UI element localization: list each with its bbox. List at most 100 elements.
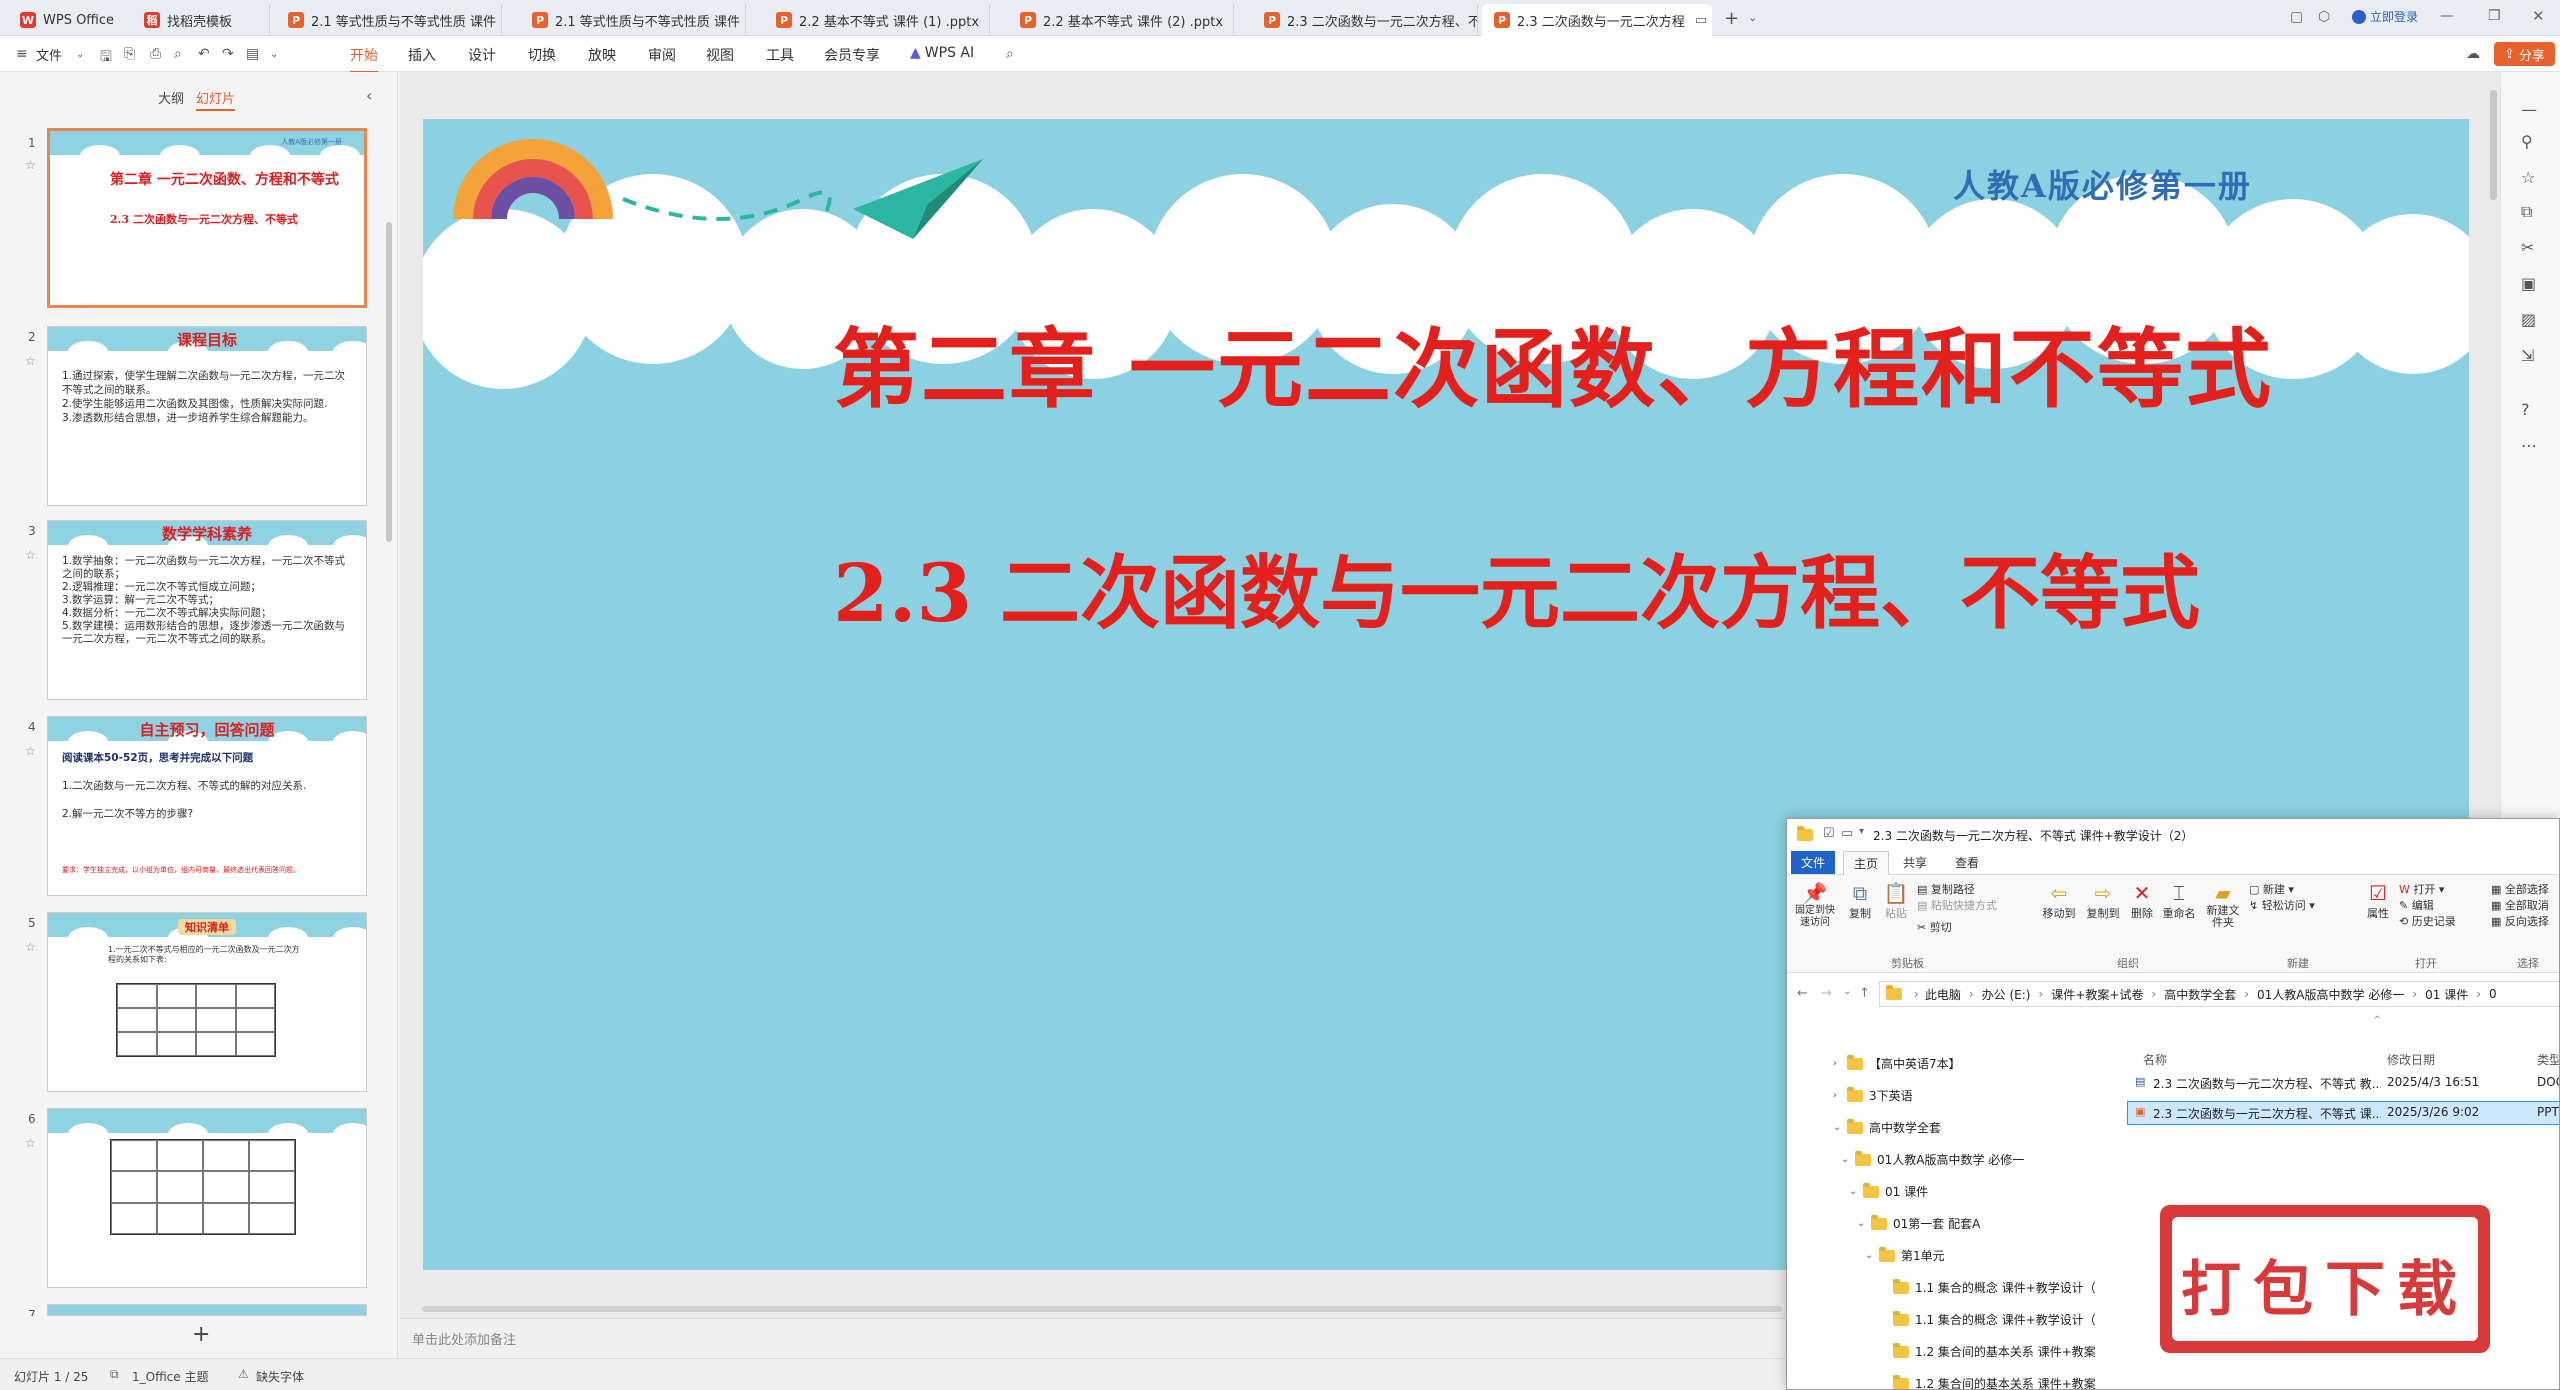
tree-item[interactable]: › 3下英语 xyxy=(1833,1086,1913,1104)
chevron-icon[interactable]: ⌄ xyxy=(1849,1186,1863,1197)
new-tab-icon[interactable]: + xyxy=(1724,8,1739,29)
copy-icon[interactable]: ⧉ xyxy=(2521,202,2532,222)
history-button[interactable]: ⟲ 历史记录 xyxy=(2399,913,2456,929)
slide-thumbnail-1[interactable]: 人教A版必修第一册 第二章 一元二次函数、方程和不等式 2.3 二次函数与一元二… xyxy=(47,128,367,308)
paste-shortcut-button[interactable]: ▤ 粘贴快捷方式 xyxy=(1917,897,1997,913)
menu-slideshow[interactable]: 放映 xyxy=(588,45,616,65)
star-icon[interactable]: ☆ xyxy=(25,354,36,368)
magic-icon[interactable]: ⚲ xyxy=(2521,132,2533,151)
slide-thumbnail-5[interactable]: 知识清单 1.一元二次不等式与相应的一元二次函数及一元二次方程的关系如下表: xyxy=(47,912,367,1092)
h-scrollbar[interactable] xyxy=(410,1304,1790,1314)
chevron-icon[interactable]: ⌄ xyxy=(1857,1218,1871,1229)
format-icon[interactable]: ▤ xyxy=(246,46,259,62)
tab-template[interactable]: 稻找稻壳模板 xyxy=(132,4,270,36)
cube-icon[interactable]: ⬡ xyxy=(2318,9,2330,25)
star-icon[interactable]: ☆ xyxy=(25,548,36,562)
move-to-button[interactable]: ⇦ 移动到 xyxy=(2039,881,2079,921)
new-folder-button[interactable]: ▰ 新建文件夹 xyxy=(2203,881,2243,929)
open-button[interactable]: W 打开 ▾ xyxy=(2399,881,2444,897)
add-slide-icon[interactable]: + xyxy=(192,1322,210,1347)
star-icon[interactable]: ☆ xyxy=(25,940,36,954)
menu-view[interactable]: 视图 xyxy=(706,45,734,65)
undo-icon[interactable]: ↶ xyxy=(198,46,210,62)
up-icon[interactable]: ↑ xyxy=(1859,986,1870,1001)
minus-icon[interactable]: — xyxy=(2521,100,2537,119)
edit-button[interactable]: ✎ 编辑 xyxy=(2399,897,2434,913)
tab-doc[interactable]: P 2.2 基本不等式 课件 (1) .pptx xyxy=(764,4,990,36)
invert-selection-button[interactable]: ▦ 反向选择 xyxy=(2491,913,2549,929)
chevron-icon[interactable]: ⌄ xyxy=(1833,1122,1847,1133)
copy-to-button[interactable]: ⇨ 复制到 xyxy=(2083,881,2123,921)
menu-member[interactable]: 会员专享 xyxy=(824,45,880,65)
easy-access-button[interactable]: ↯ 轻松访问 ▾ xyxy=(2249,897,2315,913)
column-name[interactable]: 名称 xyxy=(2143,1051,2167,1068)
copy-button[interactable]: ⧉ 复制 xyxy=(1845,881,1875,921)
search-icon[interactable]: ⌕ xyxy=(1006,46,1014,62)
chevron-icon[interactable]: ⌄ xyxy=(1865,1250,1879,1261)
tab-doc[interactable]: P2.1 等式性质与不等式性质 课件（2） xyxy=(520,4,746,36)
slide-thumbnail-2[interactable]: 课程目标 1.通过探索，使学生理解二次函数与一元二次方程，一元二次不等式之间的联… xyxy=(47,326,367,506)
breadcrumb-item[interactable]: 0 xyxy=(2489,987,2497,1001)
chevron-down-icon[interactable]: ⌄ xyxy=(270,49,278,60)
tree-item[interactable]: 1.1 集合的概念 课件+教学设计（ xyxy=(1893,1310,2096,1328)
tree-item[interactable]: 1.1 集合的概念 课件+教学设计（ xyxy=(1893,1278,2096,1296)
minimize-icon[interactable]: — xyxy=(2440,8,2454,24)
copy-path-button[interactable]: ▤ 复制路径 xyxy=(1917,881,1975,897)
menu-home[interactable]: 开始 xyxy=(350,45,378,73)
recent-icon[interactable]: ⌄ xyxy=(1843,986,1851,997)
tree-item[interactable]: 1.2 集合间的基本关系 课件+教案 xyxy=(1893,1374,2096,1389)
more-icon[interactable]: ⋯ xyxy=(2521,436,2537,455)
cut-button[interactable]: ✂ 剪切 xyxy=(1917,919,1952,935)
download-banner[interactable]: 打包下载 xyxy=(2160,1205,2490,1353)
breadcrumb-item[interactable]: 高中数学全套 xyxy=(2164,986,2236,1003)
tree-item[interactable]: › 【高中英语7本】 xyxy=(1833,1054,1961,1072)
tree-item[interactable]: ⌄ 01人教A版高中数学 必修一 xyxy=(1841,1150,2024,1168)
slide-thumbnail-4[interactable]: 自主预习，回答问题 阅读课本50-52页，思考并完成以下问题 1.二次函数与一元… xyxy=(47,716,367,896)
column-type[interactable]: 类型 xyxy=(2537,1051,2559,1068)
menu-insert[interactable]: 插入 xyxy=(408,45,436,65)
hamburger-icon[interactable]: ≡ xyxy=(16,46,28,62)
slide-subtitle[interactable]: 2.3 二次函数与一元二次方程、不等式 xyxy=(833,529,2200,645)
checkbox-icon[interactable]: ☑ xyxy=(1823,826,1835,841)
chevron-down-icon[interactable]: ⌄ xyxy=(76,49,84,60)
redo-icon[interactable]: ↷ xyxy=(222,46,234,62)
font-warning-icon[interactable]: ⚠ xyxy=(238,1367,249,1381)
tab-doc[interactable]: P 2.2 基本不等式 课件 (2) .pptx xyxy=(1008,4,1234,36)
chevron-icon[interactable]: › xyxy=(1833,1090,1847,1101)
select-all-button[interactable]: ▦ 全部选择 xyxy=(2491,881,2549,897)
export-icon[interactable]: ⇲ xyxy=(2521,346,2534,365)
tree-item[interactable]: ⌄ 01第一套 配套A xyxy=(1857,1214,1980,1232)
share-button[interactable]: ⇪ 分享 xyxy=(2494,42,2555,66)
ribbon-tab-share[interactable]: 共享 xyxy=(1893,851,1937,874)
column-date[interactable]: 修改日期 xyxy=(2387,1051,2435,1068)
save-icon[interactable]: 🖫 xyxy=(100,46,112,70)
breadcrumb-item[interactable]: 课件+教案+试卷 xyxy=(2051,986,2143,1003)
breadcrumb-item[interactable]: 此电脑 xyxy=(1925,986,1961,1003)
collapse-panel-icon[interactable]: ‹ xyxy=(366,86,372,105)
login-button[interactable]: 立即登录 xyxy=(2352,8,2418,25)
v-scroll-thumb[interactable] xyxy=(2490,90,2497,200)
new-item-button[interactable]: ▢ 新建 ▾ xyxy=(2249,881,2294,897)
slide-thumbnail-6[interactable] xyxy=(47,1108,367,1288)
ribbon-tab-home[interactable]: 主页 xyxy=(1843,851,1890,875)
missing-font[interactable]: 缺失字体 xyxy=(256,1368,304,1385)
tab-active-doc[interactable]: P2.3 二次函数与一元二次方程▭✕ xyxy=(1482,4,1712,36)
back-icon[interactable]: ← xyxy=(1797,986,1808,1001)
tab-doc[interactable]: P2.1 等式性质与不等式性质 课件（1） xyxy=(276,4,502,36)
help-icon[interactable]: ? xyxy=(2521,400,2530,419)
slide-title[interactable]: 第二章 一元二次函数、方程和不等式 xyxy=(833,299,2273,424)
menu-review[interactable]: 审阅 xyxy=(648,45,676,65)
file-row[interactable]: ▤ 2.3 二次函数与一元二次方程、不等式 教... 2025/4/3 16:5… xyxy=(2127,1071,2559,1095)
layout-icon[interactable]: ▣ xyxy=(2521,274,2536,293)
folder-small-icon[interactable]: ▭ xyxy=(1841,826,1853,841)
tree-item[interactable]: ⌄ 高中数学全套 xyxy=(1833,1118,1941,1136)
star-icon[interactable]: ☆ xyxy=(25,744,36,758)
notes-area[interactable]: 单击此处添加备注 xyxy=(400,1318,1790,1358)
properties-button[interactable]: ☑ 属性 xyxy=(2363,881,2393,921)
breadcrumb-item[interactable]: 01人教A版高中数学 必修一 xyxy=(2257,986,2404,1003)
tab-doc[interactable]: P2.3 二次函数与一元二次方程、不等式 xyxy=(1252,4,1478,36)
ribbon-tab-view[interactable]: 查看 xyxy=(1945,851,1989,874)
window-icon[interactable]: ▢ xyxy=(2290,9,2303,25)
tree-item[interactable]: 1.2 集合间的基本关系 课件+教案 xyxy=(1893,1342,2096,1360)
image-icon[interactable]: ▨ xyxy=(2521,310,2536,329)
